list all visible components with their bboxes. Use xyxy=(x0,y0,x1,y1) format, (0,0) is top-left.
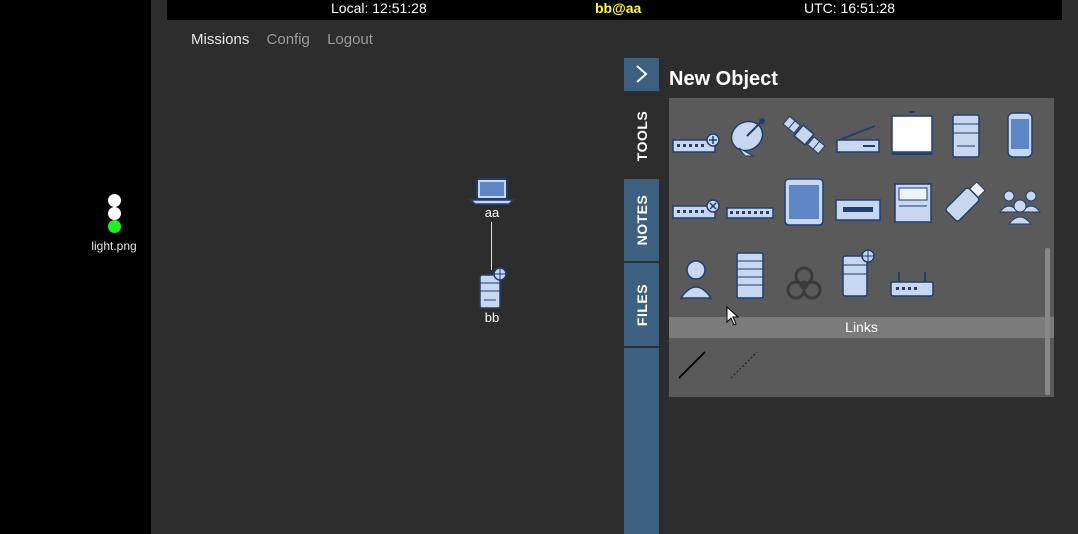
left-strip: light.png xyxy=(0,0,151,534)
tab-notes[interactable]: NOTES xyxy=(624,179,659,263)
nav-config[interactable]: Config xyxy=(267,31,310,48)
network-hub-icon[interactable] xyxy=(725,176,775,226)
biohazard-icon[interactable] xyxy=(779,258,829,308)
canvas-node-bb[interactable]: bb xyxy=(476,267,508,325)
main-nav: Missions Config Logout xyxy=(191,31,386,48)
laptop-icon xyxy=(469,178,515,205)
user-icon[interactable] xyxy=(671,254,721,304)
utc-time: UTC: 16:51:28 xyxy=(804,0,896,16)
router-icon[interactable] xyxy=(887,258,937,308)
light-widget[interactable]: light.png xyxy=(88,194,140,253)
tab-tools[interactable]: TOOLS xyxy=(624,93,659,179)
whiteboard-icon[interactable] xyxy=(887,110,937,160)
mobile-phone-icon[interactable] xyxy=(995,110,1045,160)
usb-drive-icon[interactable] xyxy=(941,176,991,226)
canvas-node-label: bb xyxy=(484,310,500,325)
chevron-right-icon xyxy=(636,65,648,83)
solid-link-icon[interactable] xyxy=(673,344,723,394)
nav-missions[interactable]: Missions xyxy=(191,31,249,48)
tab-files[interactable]: FILES xyxy=(624,263,659,348)
network-switch-add-icon[interactable] xyxy=(671,110,721,160)
tablet-icon[interactable] xyxy=(779,176,829,226)
canvas-node-label: aa xyxy=(484,205,500,220)
scanner-icon[interactable] xyxy=(833,110,883,160)
main-area: Local: 12:51:28 bb@aa UTC: 16:51:28 Miss… xyxy=(151,0,1078,534)
panel-scrollbar[interactable] xyxy=(1045,248,1050,395)
canvas-node-aa[interactable]: aa xyxy=(469,177,515,220)
web-server-icon[interactable] xyxy=(833,248,883,298)
server-tower-icon[interactable] xyxy=(725,250,775,300)
server-globe-icon xyxy=(479,267,507,309)
dashed-link-icon[interactable] xyxy=(725,344,775,394)
mouse-cursor-icon xyxy=(726,305,740,331)
light-green xyxy=(107,220,121,233)
printer-icon[interactable] xyxy=(887,176,937,226)
local-time: Local: 12:51:28 xyxy=(331,0,427,16)
nav-logout[interactable]: Logout xyxy=(327,31,373,48)
light-white-middle xyxy=(107,207,121,220)
canvas-link[interactable] xyxy=(491,222,492,270)
panel-title: New Object xyxy=(669,68,778,90)
satellite-icon[interactable] xyxy=(779,110,829,160)
satellite-dish-icon[interactable] xyxy=(725,110,775,160)
server-rack-icon[interactable] xyxy=(941,110,991,160)
status-bar: Local: 12:51:28 bb@aa UTC: 16:51:28 xyxy=(167,0,1062,20)
network-switch-remove-icon[interactable] xyxy=(671,176,721,226)
user-group-icon[interactable] xyxy=(995,176,1045,226)
new-object-panel: Links xyxy=(669,98,1054,397)
collapse-panel-button[interactable] xyxy=(624,58,659,93)
light-white-top xyxy=(107,194,121,207)
current-user: bb@aa xyxy=(595,0,642,16)
tape-drive-icon[interactable] xyxy=(833,176,883,226)
light-caption: light.png xyxy=(91,239,137,253)
